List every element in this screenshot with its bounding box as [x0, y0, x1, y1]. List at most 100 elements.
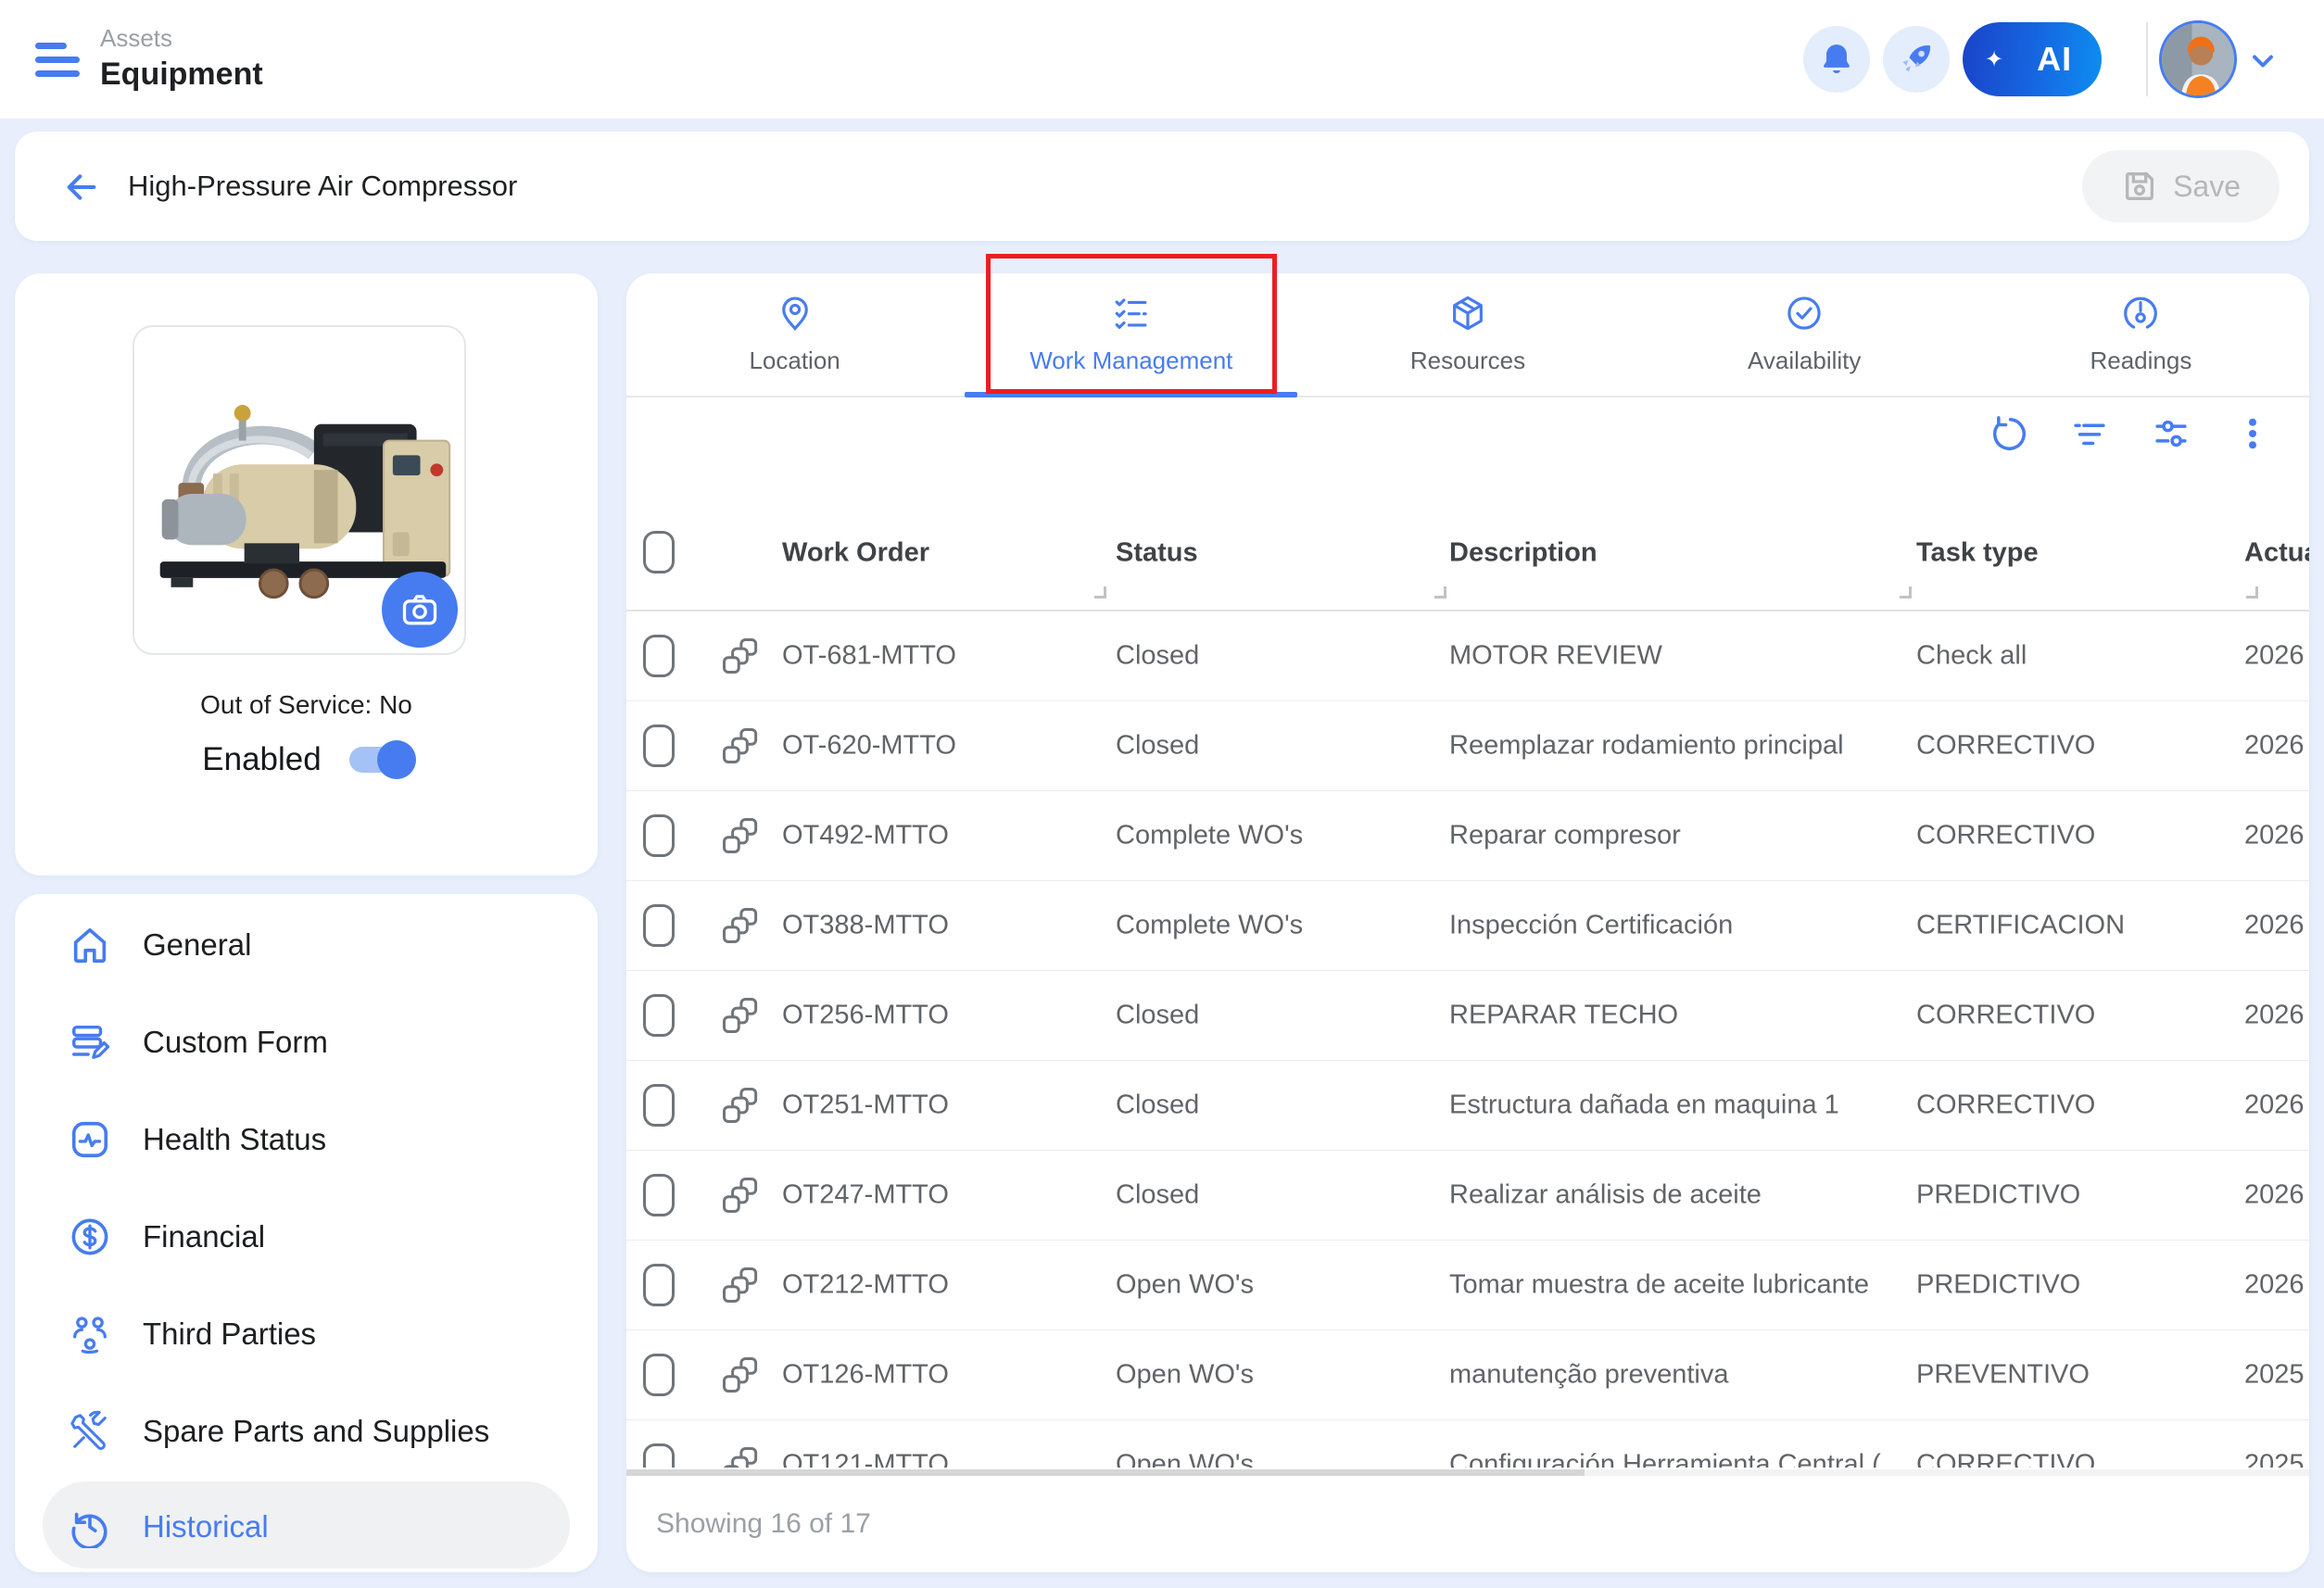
column-header-status[interactable]: Status [1116, 538, 1198, 569]
description-cell: Reparar compresor [1449, 821, 1681, 851]
row-checkbox[interactable] [643, 994, 675, 1037]
column-resize-handle[interactable] [1094, 586, 1106, 599]
column-resize-handle[interactable] [2246, 586, 2258, 599]
linked-work-orders-icon[interactable] [721, 1445, 760, 1468]
account-menu-chevron[interactable] [2246, 44, 2280, 78]
table-row[interactable]: OT121-MTTO Open WO's Configuración Herra… [626, 1420, 2309, 1468]
row-checkbox[interactable] [643, 635, 675, 677]
table-row[interactable]: OT388-MTTO Complete WO's Inspección Cert… [626, 881, 2309, 971]
task-type-cell: CORRECTIVO [1916, 1090, 2095, 1121]
row-checkbox[interactable] [643, 1174, 675, 1216]
work-order-id[interactable]: OT256-MTTO [782, 1001, 949, 1031]
linked-work-orders-icon[interactable] [721, 636, 760, 675]
tab-location[interactable]: Location [626, 273, 963, 396]
financial-icon [69, 1216, 111, 1258]
row-checkbox[interactable] [643, 1354, 675, 1396]
save-button[interactable]: Save [2082, 150, 2280, 222]
linked-work-orders-icon[interactable] [721, 726, 760, 765]
horizontal-scrollbar[interactable] [626, 1469, 2309, 1476]
asset-sections-nav: General Custom Form Health Status Financ… [15, 894, 598, 1572]
table-row[interactable]: OT-620-MTTO Closed Reemplazar rodamiento… [626, 701, 2309, 791]
actual-date-cell: 2026 [2244, 1270, 2305, 1301]
linked-work-orders-icon[interactable] [721, 996, 760, 1035]
user-avatar[interactable] [2159, 20, 2237, 98]
row-checkbox[interactable] [643, 1443, 675, 1468]
table-row[interactable]: OT492-MTTO Complete WO's Reparar compres… [626, 791, 2309, 881]
column-resize-handle[interactable] [1434, 586, 1446, 599]
description-cell: Realizar análisis de aceite [1449, 1180, 1762, 1211]
description-cell: Reemplazar rodamiento principal [1449, 731, 1844, 762]
tab-resources[interactable]: Resources [1299, 273, 1636, 396]
status-cell: Closed [1116, 1001, 1199, 1031]
linked-work-orders-icon[interactable] [721, 816, 760, 855]
work-order-id[interactable]: OT-620-MTTO [782, 731, 956, 762]
sidebar-item-custom-form[interactable]: Custom Form [15, 999, 598, 1086]
table-row[interactable]: OT251-MTTO Closed Estructura dañada en m… [626, 1061, 2309, 1151]
whats-new-button[interactable] [1883, 26, 1950, 93]
linked-work-orders-icon[interactable] [721, 906, 760, 945]
camera-icon [399, 589, 440, 630]
sidebar-item-health-status[interactable]: Health Status [15, 1096, 598, 1183]
linked-work-orders-icon[interactable] [721, 1086, 760, 1125]
chevron-down-icon [2255, 57, 2271, 66]
scrollbar-thumb[interactable] [626, 1469, 1585, 1476]
work-order-id[interactable]: OT121-MTTO [782, 1450, 949, 1468]
description-cell: Tomar muestra de aceite lubricante [1449, 1270, 1869, 1301]
ai-assistant-button[interactable]: ✦ AI [1963, 22, 2102, 96]
tab-work-management[interactable]: Work Management [963, 273, 1299, 396]
enabled-toggle[interactable] [349, 747, 410, 773]
notifications-button[interactable] [1803, 26, 1870, 93]
actual-date-cell: 2026 [2244, 641, 2305, 672]
hamburger-menu-icon[interactable] [35, 43, 80, 77]
tab-availability[interactable]: Availability [1636, 273, 1973, 396]
breadcrumb: Assets Equipment [100, 24, 263, 93]
work-order-id[interactable]: OT126-MTTO [782, 1360, 949, 1391]
row-checkbox[interactable] [643, 904, 675, 947]
gauge-icon [2121, 294, 2160, 333]
back-button[interactable] [63, 169, 100, 206]
row-checkbox[interactable] [643, 1264, 675, 1306]
description-cell: Inspección Certificación [1449, 911, 1733, 941]
column-header-actual[interactable]: Actual [2244, 538, 2309, 569]
tab-label: Readings [2090, 347, 2191, 375]
select-all-checkbox[interactable] [643, 531, 675, 573]
work-order-id[interactable]: OT247-MTTO [782, 1180, 949, 1211]
sidebar-item-historical[interactable]: Historical [15, 1483, 598, 1570]
sidebar-item-general[interactable]: General [15, 901, 598, 989]
table-row[interactable]: OT212-MTTO Open WO's Tomar muestra de ac… [626, 1241, 2309, 1330]
row-checkbox[interactable] [643, 725, 675, 767]
column-header-task-type[interactable]: Task type [1916, 538, 2039, 569]
column-settings-button[interactable] [2152, 414, 2191, 453]
actual-date-cell: 2026 [2244, 821, 2305, 851]
row-checkbox[interactable] [643, 1084, 675, 1127]
sidebar-item-label: Spare Parts and Supplies [143, 1414, 489, 1449]
more-options-button[interactable] [2233, 414, 2272, 453]
linked-work-orders-icon[interactable] [721, 1266, 760, 1304]
table-toolbar [1989, 414, 2272, 453]
work-order-id[interactable]: OT251-MTTO [782, 1090, 949, 1121]
task-type-cell: CORRECTIVO [1916, 821, 2095, 851]
work-order-id[interactable]: OT212-MTTO [782, 1270, 949, 1301]
sidebar-item-financial[interactable]: Financial [15, 1193, 598, 1280]
work-order-id[interactable]: OT492-MTTO [782, 821, 949, 851]
table-row[interactable]: OT-681-MTTO Closed MOTOR REVIEW Check al… [626, 611, 2309, 701]
tab-readings[interactable]: Readings [1973, 273, 2309, 396]
kebab-menu-icon [2233, 414, 2272, 453]
column-resize-handle[interactable] [1900, 586, 1912, 599]
linked-work-orders-icon[interactable] [721, 1355, 760, 1394]
sidebar-item-spare-parts[interactable]: Spare Parts and Supplies [15, 1388, 598, 1475]
work-order-id[interactable]: OT388-MTTO [782, 911, 949, 941]
work-order-id[interactable]: OT-681-MTTO [782, 641, 956, 672]
column-header-work-order[interactable]: Work Order [782, 538, 929, 569]
table-row[interactable]: OT126-MTTO Open WO's manutenção preventi… [626, 1330, 2309, 1420]
row-checkbox[interactable] [643, 814, 675, 857]
refresh-button[interactable] [1989, 414, 2027, 453]
filter-button[interactable] [2070, 414, 2109, 453]
page-section-title: Equipment [100, 57, 263, 93]
table-row[interactable]: OT256-MTTO Closed REPARAR TECHO CORRECTI… [626, 971, 2309, 1061]
sidebar-item-third-parties[interactable]: Third Parties [15, 1291, 598, 1378]
change-photo-button[interactable] [382, 572, 458, 648]
linked-work-orders-icon[interactable] [721, 1176, 760, 1215]
column-header-description[interactable]: Description [1449, 538, 1598, 569]
table-row[interactable]: OT247-MTTO Closed Realizar análisis de a… [626, 1151, 2309, 1241]
